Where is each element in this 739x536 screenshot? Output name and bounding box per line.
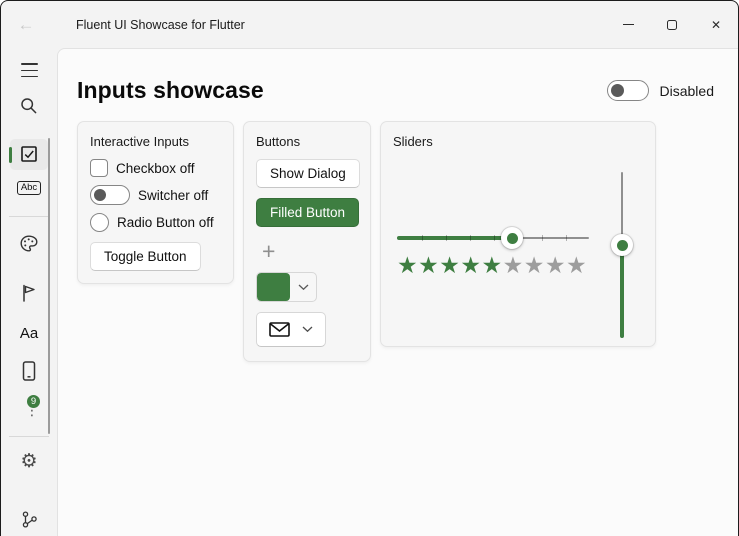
slider-ticks <box>399 235 587 241</box>
sidebar-item-settings[interactable]: ⚙ <box>10 445 48 478</box>
card-title: Interactive Inputs <box>90 134 221 149</box>
search-icon <box>19 96 39 116</box>
star-icon[interactable]: ★ <box>524 252 545 278</box>
toggle-knob <box>611 84 624 97</box>
arrow-left-icon: ← <box>18 15 35 35</box>
star-icon[interactable]: ★ <box>482 252 503 278</box>
color-split-button[interactable] <box>256 272 317 302</box>
horizontal-slider[interactable] <box>397 227 589 249</box>
page-title: Inputs showcase <box>77 77 264 104</box>
switch-knob <box>94 189 106 201</box>
window-title: Fluent UI Showcase for Flutter <box>76 18 245 32</box>
sidebar-item-mobile[interactable] <box>10 355 48 388</box>
minimize-button[interactable] <box>606 1 650 48</box>
star-icon[interactable]: ★ <box>439 252 460 278</box>
checkbox[interactable] <box>90 159 108 177</box>
abc-icon: Abc <box>17 181 41 196</box>
sidebar-item-menu[interactable] <box>10 54 48 87</box>
switcher-label: Switcher off <box>138 188 208 203</box>
flag-icon <box>19 283 39 303</box>
branch-icon <box>20 510 39 529</box>
radio-button[interactable] <box>90 213 109 232</box>
sidebar-divider <box>9 216 49 217</box>
window-controls: ✕ <box>606 1 738 48</box>
star-icon[interactable]: ★ <box>397 252 418 278</box>
split-button-swatch[interactable] <box>257 273 290 301</box>
checkbox-label: Checkbox off <box>116 161 195 176</box>
star-icon[interactable]: ★ <box>503 252 524 278</box>
rating[interactable]: ★★★★★★★★★ <box>397 251 589 280</box>
maximize-button[interactable] <box>650 1 694 48</box>
mail-dropdown-button[interactable] <box>256 312 326 347</box>
star-icon[interactable]: ★ <box>566 252 587 278</box>
hamburger-icon <box>21 63 38 77</box>
disabled-toggle[interactable] <box>607 80 649 101</box>
star-icon[interactable]: ★ <box>545 252 566 278</box>
sidebar-divider <box>9 436 49 437</box>
star-icon[interactable]: ★ <box>460 252 481 278</box>
filled-button[interactable]: Filled Button <box>256 198 359 227</box>
h-slider-thumb[interactable] <box>501 227 523 249</box>
phone-icon <box>19 360 39 382</box>
radio-label: Radio Button off <box>117 215 214 230</box>
notification-badge: 9 <box>26 394 41 409</box>
split-button-chevron[interactable] <box>290 273 316 301</box>
sidebar-item-search[interactable] <box>10 90 48 123</box>
app-window: ← Fluent UI Showcase for Flutter ✕ <box>0 0 739 536</box>
star-icon[interactable]: ★ <box>418 252 439 278</box>
selection-indicator <box>9 147 12 163</box>
sidebar-item-theming[interactable] <box>10 227 48 260</box>
titlebar: ← Fluent UI Showcase for Flutter ✕ <box>1 1 738 48</box>
chevron-down-icon <box>302 326 313 333</box>
maximize-icon <box>667 20 677 30</box>
card-sliders: Sliders ★★★★★★★★★ <box>380 121 656 347</box>
card-title: Buttons <box>256 134 300 149</box>
show-dialog-button[interactable]: Show Dialog <box>256 159 360 188</box>
vertical-slider[interactable] <box>611 172 633 338</box>
card-buttons: Buttons Show Dialog Filled Button + <box>243 121 371 362</box>
aa-icon: Aa <box>20 325 38 342</box>
plus-icon-button[interactable]: + <box>262 240 275 263</box>
mail-icon <box>269 322 290 337</box>
checkbox-icon <box>19 144 39 164</box>
sidebar: Abc Aa <box>1 48 57 536</box>
v-slider-thumb[interactable] <box>611 234 633 256</box>
card-title: Sliders <box>393 134 643 149</box>
close-button[interactable]: ✕ <box>694 1 738 48</box>
sidebar-item-flow[interactable] <box>10 503 48 536</box>
v-slider-fill <box>620 245 625 338</box>
sidebar-item-inputs[interactable] <box>10 139 48 170</box>
minimize-icon <box>623 24 634 25</box>
sidebar-item-typography[interactable]: Aa <box>10 317 48 350</box>
back-button[interactable]: ← <box>10 9 42 41</box>
chevron-down-icon <box>298 284 309 291</box>
gear-icon: ⚙ <box>20 452 37 471</box>
sidebar-item-localization[interactable] <box>10 276 48 309</box>
close-icon: ✕ <box>711 18 721 32</box>
disabled-toggle-label: Disabled <box>660 83 714 99</box>
page-header: Inputs showcase Disabled <box>77 77 714 104</box>
switcher[interactable] <box>90 185 130 205</box>
card-interactive-inputs: Interactive Inputs Checkbox off Switcher… <box>77 121 234 284</box>
plus-icon: + <box>262 238 275 264</box>
content-pane: Inputs showcase Disabled Interactive Inp… <box>57 48 738 536</box>
palette-icon <box>19 234 39 254</box>
sidebar-item-forms[interactable]: Abc <box>10 172 48 205</box>
sidebar-scrollbar[interactable] <box>48 138 51 434</box>
sidebar-item-more[interactable]: ⋮ 9 <box>10 390 48 423</box>
toggle-button[interactable]: Toggle Button <box>90 242 201 271</box>
